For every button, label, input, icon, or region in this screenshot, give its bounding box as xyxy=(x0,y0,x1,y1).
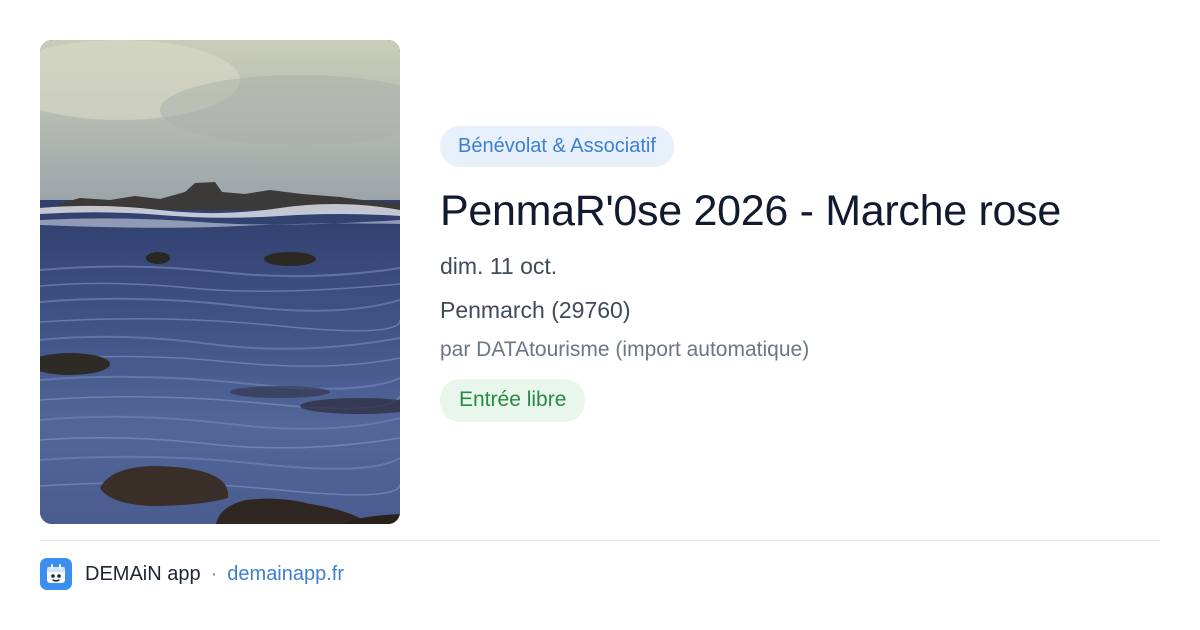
site-link[interactable]: demainapp.fr xyxy=(227,563,344,586)
app-name: DEMAiN app xyxy=(85,562,201,585)
footer-divider xyxy=(40,540,1160,541)
event-date: dim. 11 oct. xyxy=(440,253,558,279)
category-badge[interactable]: Bénévolat & Associatif xyxy=(440,126,674,167)
event-photo xyxy=(40,40,400,524)
footer-separator: · xyxy=(210,562,218,585)
price-badge: Entrée libre xyxy=(440,379,586,422)
event-details: Bénévolat & Associatif PenmaR'0se 2026 -… xyxy=(440,126,1160,422)
event-author: par DATAtourisme (import automatique) xyxy=(440,338,810,361)
event-card[interactable]: Bénévolat & Associatif PenmaR'0se 2026 -… xyxy=(0,0,1200,630)
event-title[interactable]: PenmaR'0se 2026 - Marche rose xyxy=(440,185,1160,237)
calendar-robot-icon xyxy=(40,558,72,590)
footer: DEMAiN app · demainapp.fr xyxy=(40,558,344,590)
seascape-image xyxy=(40,40,400,524)
event-location: Penmarch (29760) xyxy=(440,297,631,323)
